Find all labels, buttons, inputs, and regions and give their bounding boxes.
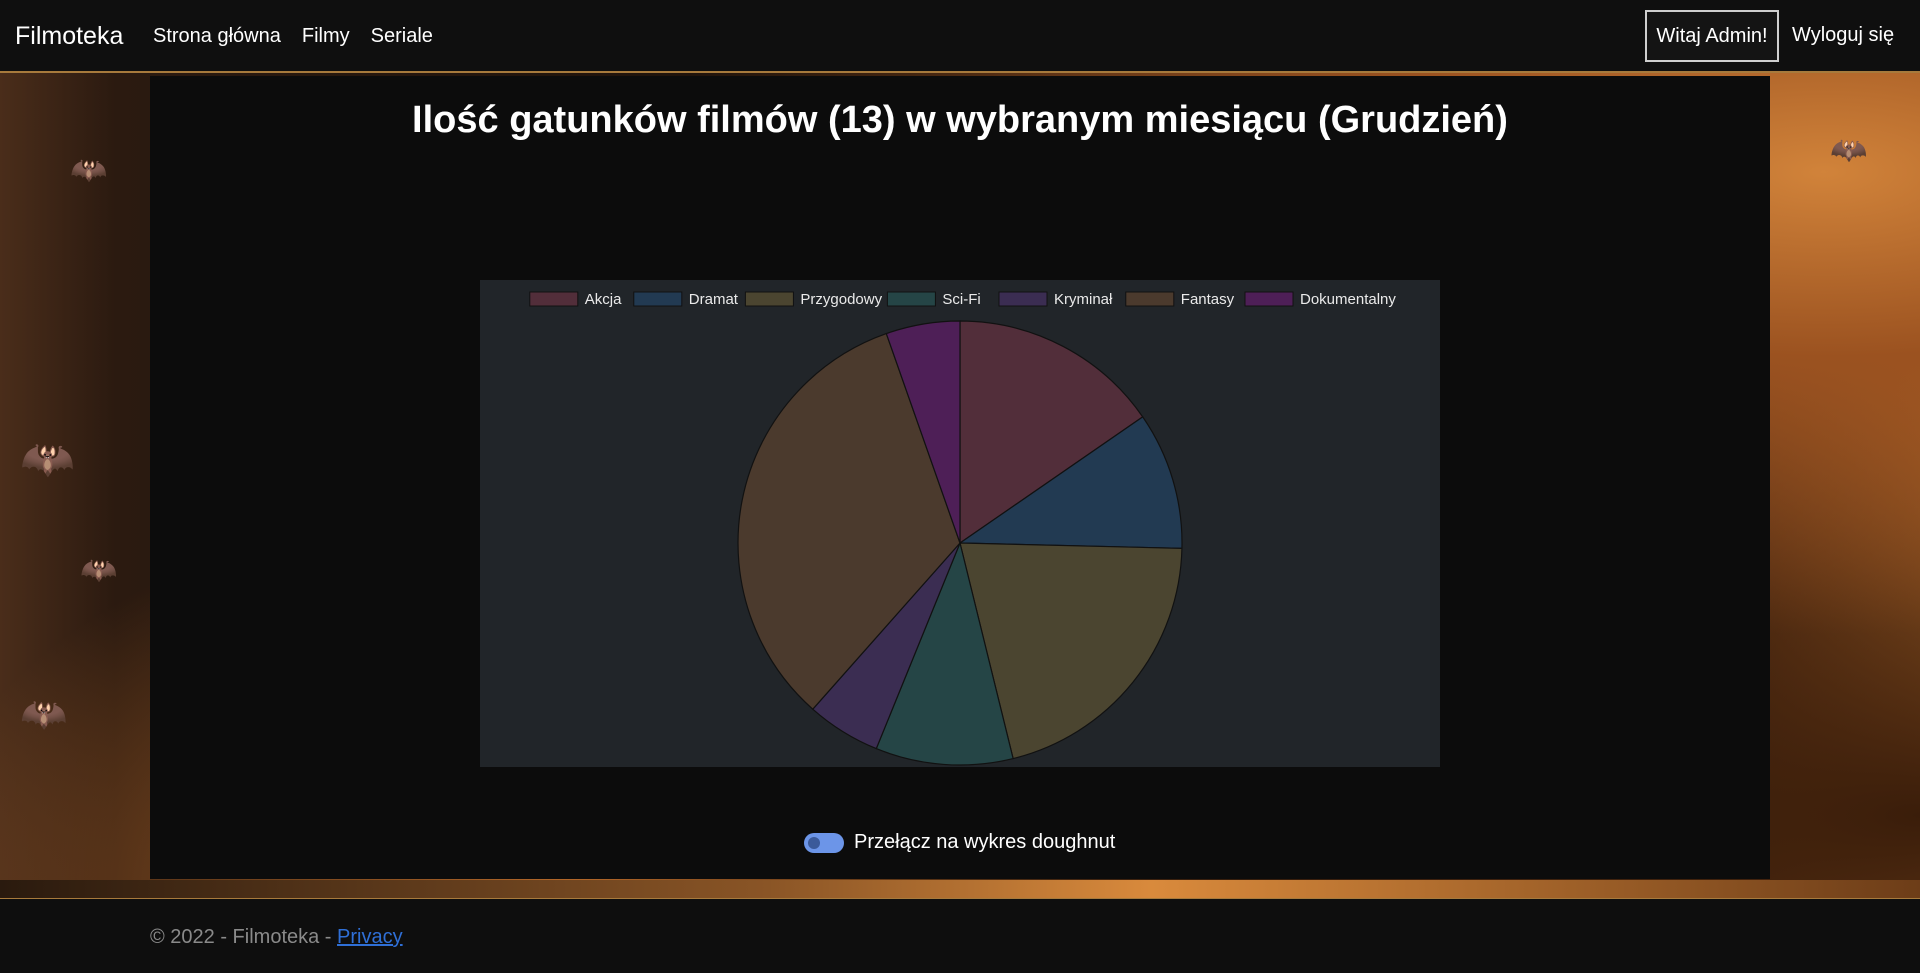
bat-silhouette: 🦇 xyxy=(70,154,108,187)
legend-swatch xyxy=(744,291,794,307)
pie-chart: Akcja Dramat Przygodowy Sci-Fi Kryminał Fanta… xyxy=(529,291,1396,766)
legend-swatch xyxy=(1125,291,1175,307)
legend-swatch xyxy=(998,291,1048,307)
legend-label: Akcja xyxy=(585,291,622,308)
footer-copyright: © 2022 - Filmoteka - xyxy=(150,926,338,948)
navbar: Filmoteka Strona główna Filmy Seriale Wi… xyxy=(0,0,1920,73)
chart-container: Akcja Dramat Przygodowy Sci-Fi Kryminał Fanta… xyxy=(480,280,1440,767)
doughnut-toggle-switch[interactable] xyxy=(804,832,844,853)
legend-swatch xyxy=(886,291,936,307)
privacy-link[interactable]: Privacy xyxy=(337,926,403,948)
footer-text: © 2022 - Filmoteka - Privacy xyxy=(150,926,403,949)
page-title: Ilość gatunków filmów (13) w wybranym mi… xyxy=(412,99,1508,141)
chart-toggle-row: Przełącz na wykres doughnut xyxy=(804,831,1115,854)
greeting-button[interactable]: Witaj Admin! xyxy=(1645,10,1779,62)
legend-item[interactable]: Dramat xyxy=(633,291,739,308)
doughnut-toggle-label[interactable]: Przełącz na wykres doughnut xyxy=(854,831,1115,854)
toggle-knob xyxy=(808,836,820,849)
legend-item[interactable]: Kryminał xyxy=(998,291,1113,308)
legend-label: Dramat xyxy=(689,291,739,308)
logout-link[interactable]: Wyloguj się xyxy=(1792,24,1894,47)
legend-item[interactable]: Akcja xyxy=(529,291,622,308)
bat-silhouette: 🦇 xyxy=(80,554,118,587)
nav-link-home[interactable]: Strona główna xyxy=(153,25,281,48)
main-content: Ilość gatunków filmów (13) w wybranym mi… xyxy=(150,76,1770,879)
bat-silhouette: 🦇 xyxy=(1830,134,1868,167)
nav-link-movies[interactable]: Filmy xyxy=(302,25,350,48)
legend-label: Sci-Fi xyxy=(942,291,980,308)
background-strip xyxy=(0,880,1920,898)
legend-swatch xyxy=(633,291,683,307)
bat-silhouette: 🦇 xyxy=(20,435,75,484)
legend-label: Przygodowy xyxy=(800,291,882,308)
brand-link[interactable]: Filmoteka xyxy=(15,22,123,51)
footer: © 2022 - Filmoteka - Privacy xyxy=(0,898,1920,973)
legend-swatch xyxy=(529,291,579,307)
legend-label: Fantasy xyxy=(1181,291,1235,308)
legend-label: Kryminał xyxy=(1054,291,1113,308)
legend-swatch xyxy=(1244,291,1294,307)
legend-item[interactable]: Sci-Fi xyxy=(886,291,981,308)
legend-item[interactable]: Fantasy xyxy=(1125,291,1235,308)
nav-links: Strona główna Filmy Seriale xyxy=(153,25,454,48)
nav-link-series[interactable]: Seriale xyxy=(371,25,433,48)
legend-label: Dokumentalny xyxy=(1300,291,1396,308)
bat-silhouette: 🦇 xyxy=(20,694,68,736)
legend-item[interactable]: Przygodowy xyxy=(744,291,883,308)
legend-item[interactable]: Dokumentalny xyxy=(1244,291,1396,308)
